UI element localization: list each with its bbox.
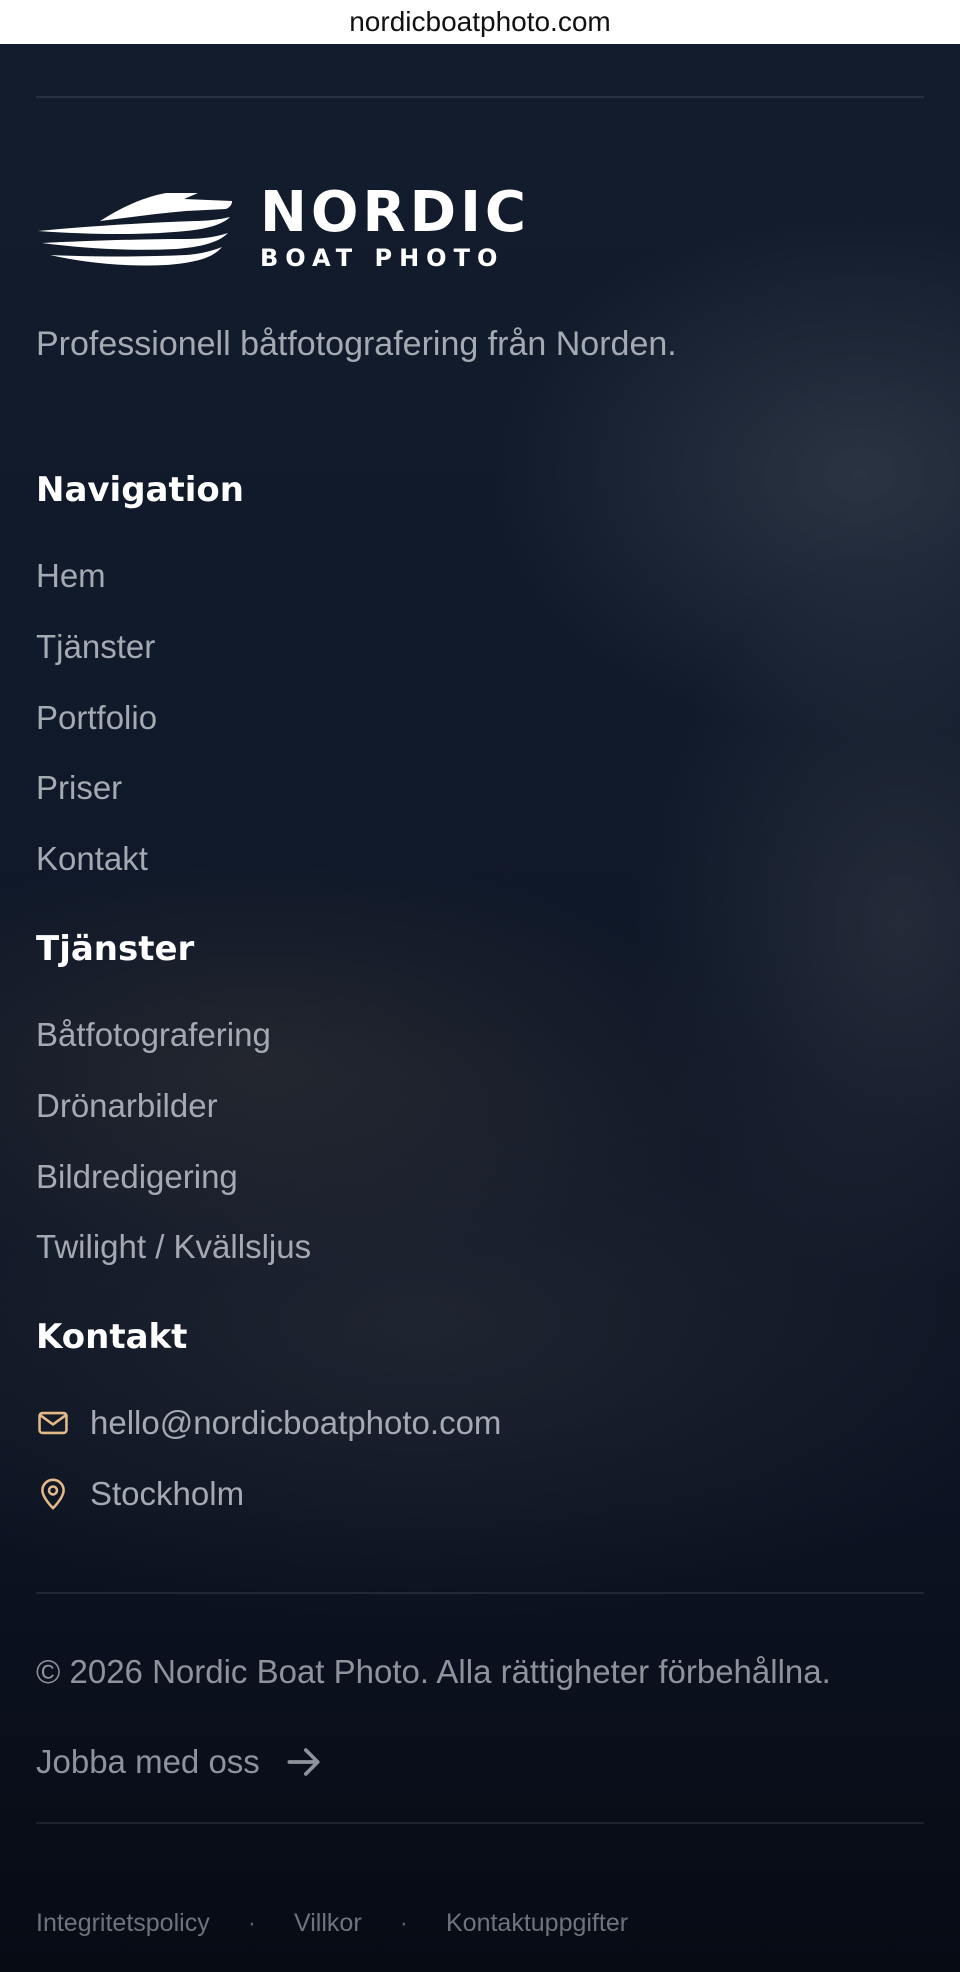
top-divider [36, 96, 924, 98]
careers-link-label: Jobba med oss [36, 1743, 260, 1780]
navigation-heading: Navigation [36, 470, 244, 510]
bottom-divider [36, 1592, 924, 1594]
arrow-right-icon [287, 1748, 320, 1776]
copyright-text: © 2026 Nordic Boat Photo. Alla rättighet… [36, 1653, 831, 1690]
footer-link-hem[interactable]: Hem [36, 556, 106, 596]
brand-tagline: Professionell båtfotografering från Nord… [36, 325, 677, 363]
footer-link-priser[interactable]: Priser [36, 768, 122, 808]
legal-link-terms[interactable]: Villkor [294, 1909, 362, 1938]
contact-heading: Kontakt [36, 1317, 188, 1357]
url-text: nordicboatphoto.com [349, 6, 611, 37]
logo-subtitle: BOAT PHOTO [260, 244, 505, 272]
separator-dot: · [247, 1908, 257, 1937]
site-footer: NORDIC BOAT PHOTO Professionell båtfotog… [0, 44, 960, 1972]
logo-wordmark: NORDIC BOAT PHOTO [260, 180, 531, 273]
service-link-batfotografering[interactable]: Båtfotografering [36, 1015, 271, 1055]
legal-link-contact-details[interactable]: Kontaktuppgifter [446, 1909, 628, 1938]
service-link-bildredigering[interactable]: Bildredigering [36, 1157, 238, 1197]
contact-email-text: hello@nordicboatphoto.com [90, 1404, 502, 1441]
service-link-dronarbilder[interactable]: Drönarbilder [36, 1086, 218, 1126]
mail-icon [38, 1411, 68, 1435]
separator-dot: · [399, 1908, 408, 1937]
map-pin-icon [41, 1478, 65, 1510]
logo-title: NORDIC [260, 180, 531, 245]
contact-location: Stockholm [36, 1472, 244, 1516]
contact-location-text: Stockholm [90, 1475, 245, 1512]
contact-email[interactable]: hello@nordicboatphoto.com [36, 1401, 501, 1445]
footer-link-kontakt[interactable]: Kontakt [36, 839, 148, 879]
boat-logo-icon [38, 193, 232, 266]
legal-links: Integritetspolicy · Villkor · Kontaktupp… [36, 1906, 628, 1940]
brand-logo[interactable]: NORDIC BOAT PHOTO [36, 178, 546, 278]
legal-divider [36, 1822, 924, 1824]
address-bar[interactable]: nordicboatphoto.com [0, 0, 960, 44]
footer-link-tjanster[interactable]: Tjänster [36, 627, 155, 667]
services-heading: Tjänster [36, 929, 195, 969]
service-link-twilight[interactable]: Twilight / Kvällsljus [36, 1227, 311, 1267]
legal-link-privacy[interactable]: Integritetspolicy [36, 1909, 210, 1938]
careers-link[interactable]: Jobba med oss [36, 1738, 326, 1786]
footer-link-portfolio[interactable]: Portfolio [36, 698, 157, 738]
